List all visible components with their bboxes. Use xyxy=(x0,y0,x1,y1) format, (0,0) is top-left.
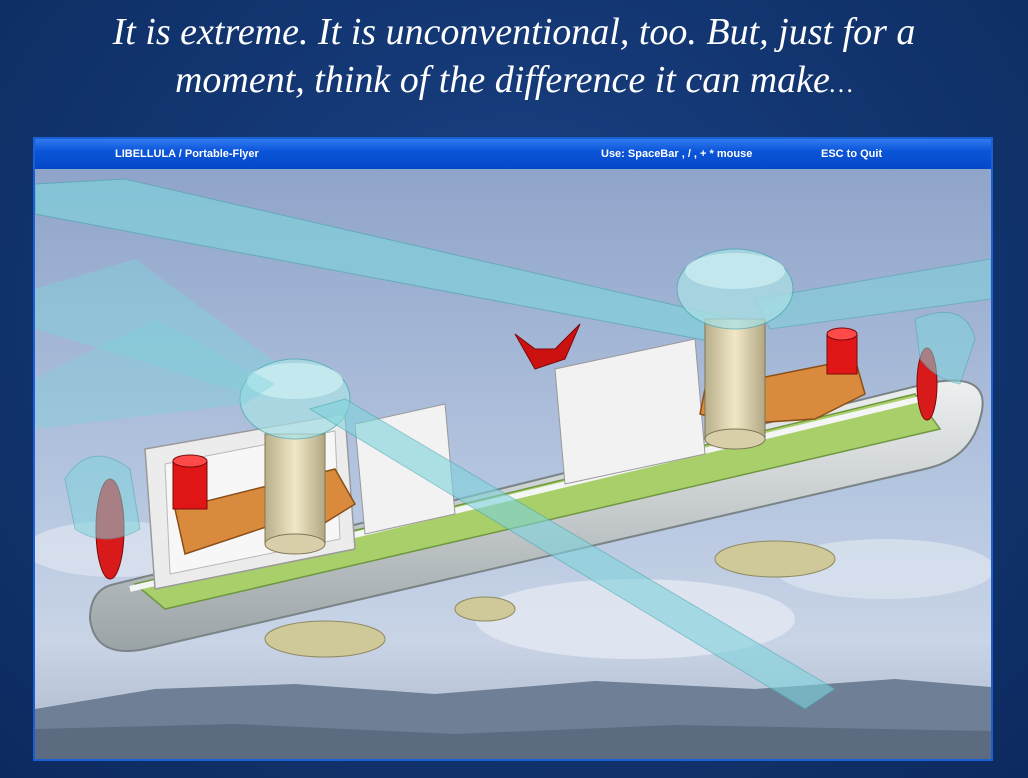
right-rotor-hub-top xyxy=(685,253,785,289)
right-rotor-mast xyxy=(704,318,766,440)
3d-viewport[interactable] xyxy=(35,169,991,759)
left-mast-base xyxy=(264,533,326,555)
left-red-cylinder-top xyxy=(172,454,208,468)
underside-pod xyxy=(714,540,836,578)
caption-ellipsis: … xyxy=(829,69,854,98)
quit-hint: ESC to Quit xyxy=(821,148,883,160)
caption-line-2: moment, think of the difference it can m… xyxy=(0,56,1028,108)
caption-line-1: It is extreme. It is unconventional, too… xyxy=(112,11,916,53)
underside-pod xyxy=(264,620,386,658)
app-window[interactable]: LIBELLULA / Portable-Flyer Use: SpaceBar… xyxy=(33,137,993,761)
window-title: LIBELLULA / Portable-Flyer xyxy=(115,148,259,160)
left-red-cylinder xyxy=(172,460,208,510)
window-titlebar[interactable]: LIBELLULA / Portable-Flyer Use: SpaceBar… xyxy=(35,139,991,169)
flyer-scene[interactable] xyxy=(35,169,991,759)
right-red-cylinder-top xyxy=(826,327,858,341)
left-duct xyxy=(64,455,141,540)
left-rotor-mast xyxy=(264,433,326,545)
right-mast-base xyxy=(704,428,766,450)
caption-line-2-text: moment, think of the difference it can m… xyxy=(174,59,830,101)
underside-pod xyxy=(454,596,516,622)
slide-caption: It is extreme. It is unconventional, too… xyxy=(0,8,1028,108)
controls-hint: Use: SpaceBar , / , + * mouse xyxy=(601,148,753,160)
